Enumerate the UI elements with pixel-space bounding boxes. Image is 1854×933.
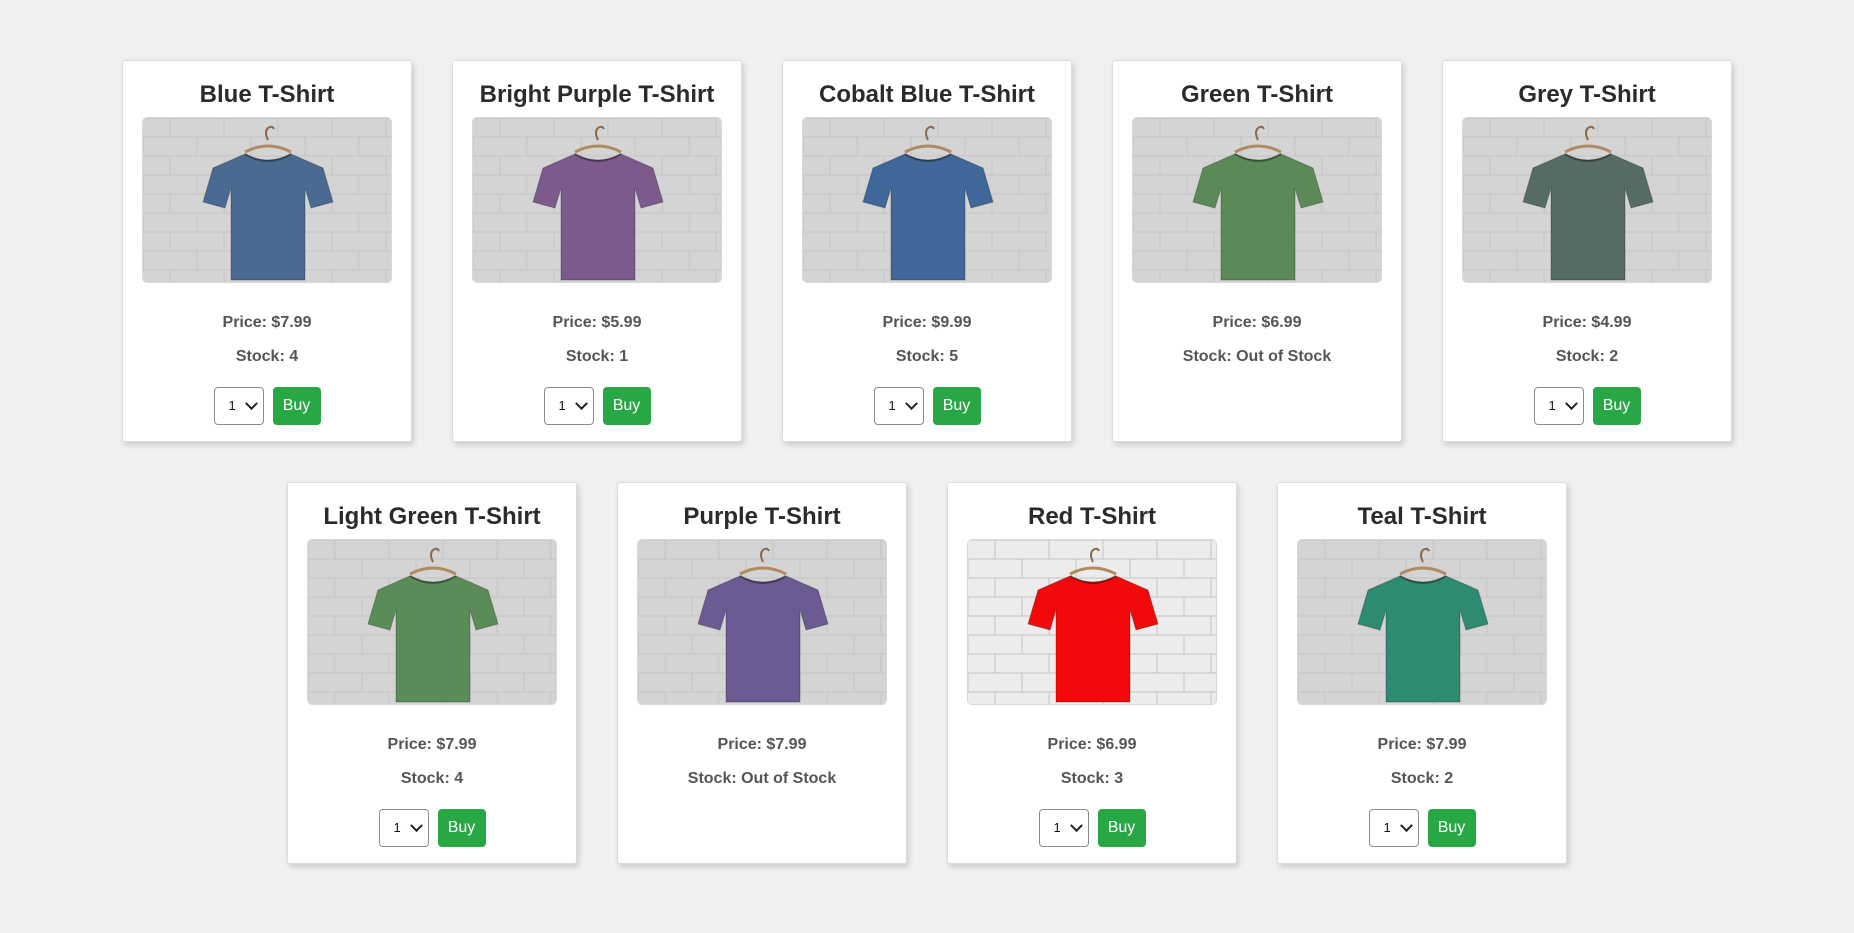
quantity-select[interactable]: 1 (1038, 809, 1089, 847)
product-image (967, 539, 1217, 705)
quantity-value: 1 (1053, 820, 1061, 835)
product-card: Red T-Shirt Price: $6.99 Stock: 3 1 Buy (947, 482, 1237, 864)
buy-button[interactable]: Buy (1097, 809, 1146, 847)
quantity-value: 1 (888, 398, 896, 413)
product-stock: Stock: Out of Stock (687, 770, 837, 787)
product-stock: Stock: 4 (400, 770, 464, 787)
quantity-value: 1 (393, 820, 401, 835)
purchase-actions: 1 Buy (1038, 809, 1146, 847)
product-title: Purple T-Shirt (683, 503, 841, 530)
product-image (472, 117, 722, 283)
buy-button[interactable]: Buy (272, 387, 321, 425)
product-row-1: Blue T-Shirt Price: $7.99 Stock: 4 1 Buy Bri… (0, 60, 1854, 442)
product-title: Bright Purple T-Shirt (479, 81, 715, 108)
product-image (1297, 539, 1547, 705)
quantity-select[interactable]: 1 (378, 809, 429, 847)
product-title: Light Green T-Shirt (323, 503, 541, 530)
product-card: Blue T-Shirt Price: $7.99 Stock: 4 1 Buy (122, 60, 412, 442)
quantity-select[interactable]: 1 (213, 387, 264, 425)
quantity-value: 1 (228, 398, 236, 413)
product-stock: Stock: 2 (1555, 348, 1619, 365)
product-card: Cobalt Blue T-Shirt Price: $9.99 Stock: 5 1… (782, 60, 1072, 442)
chevron-down-icon (244, 397, 258, 411)
product-price: Price: $9.99 (882, 314, 972, 331)
buy-button[interactable]: Buy (602, 387, 651, 425)
chevron-down-icon (1564, 397, 1578, 411)
product-card: Bright Purple T-Shirt Price: $5.99 Stock: … (452, 60, 742, 442)
product-card: Light Green T-Shirt Price: $7.99 Stock: 4 1… (287, 482, 577, 864)
quantity-value: 1 (558, 398, 566, 413)
product-price: Price: $7.99 (222, 314, 312, 331)
buy-button[interactable]: Buy (1427, 809, 1476, 847)
purchase-actions: 1 Buy (213, 387, 321, 425)
product-card: Green T-Shirt Price: $6.99 Stock: Out of S… (1112, 60, 1402, 442)
chevron-down-icon (904, 397, 918, 411)
quantity-value: 1 (1548, 398, 1556, 413)
purchase-actions: 1 Buy (378, 809, 486, 847)
chevron-down-icon (1399, 819, 1413, 833)
product-row-2: Light Green T-Shirt Price: $7.99 Stock: 4 1… (0, 482, 1854, 864)
product-image (1462, 117, 1712, 283)
product-stock: Stock: 5 (895, 348, 959, 365)
chevron-down-icon (409, 819, 423, 833)
product-title: Green T-Shirt (1180, 81, 1334, 108)
product-stock: Stock: 1 (565, 348, 629, 365)
product-stock: Stock: Out of Stock (1182, 348, 1332, 365)
product-image (307, 539, 557, 705)
product-title: Red T-Shirt (1027, 503, 1156, 530)
product-card: Purple T-Shirt Price: $7.99 Stock: Out of … (617, 482, 907, 864)
product-stock: Stock: 2 (1390, 770, 1454, 787)
product-price: Price: $7.99 (1377, 736, 1467, 753)
quantity-value: 1 (1383, 820, 1391, 835)
product-title: Cobalt Blue T-Shirt (819, 81, 1035, 108)
purchase-actions: 1 Buy (873, 387, 981, 425)
product-price: Price: $7.99 (387, 736, 477, 753)
product-title: Blue T-Shirt (199, 81, 335, 108)
product-image (802, 117, 1052, 283)
product-price: Price: $6.99 (1212, 314, 1302, 331)
product-grid: Blue T-Shirt Price: $7.99 Stock: 4 1 Buy Bri… (0, 0, 1854, 864)
product-title: Teal T-Shirt (1357, 503, 1487, 530)
chevron-down-icon (574, 397, 588, 411)
purchase-actions: 1 Buy (1533, 387, 1641, 425)
buy-button[interactable]: Buy (932, 387, 981, 425)
purchase-actions: 1 Buy (1368, 809, 1476, 847)
purchase-actions: 1 Buy (543, 387, 651, 425)
quantity-select[interactable]: 1 (1368, 809, 1419, 847)
product-price: Price: $4.99 (1542, 314, 1632, 331)
quantity-select[interactable]: 1 (1533, 387, 1584, 425)
product-price: Price: $6.99 (1047, 736, 1137, 753)
product-card: Grey T-Shirt Price: $4.99 Stock: 2 1 Buy (1442, 60, 1732, 442)
product-card: Teal T-Shirt Price: $7.99 Stock: 2 1 Buy (1277, 482, 1567, 864)
quantity-select[interactable]: 1 (873, 387, 924, 425)
product-price: Price: $5.99 (552, 314, 642, 331)
chevron-down-icon (1069, 819, 1083, 833)
product-image (142, 117, 392, 283)
product-stock: Stock: 4 (235, 348, 299, 365)
quantity-select[interactable]: 1 (543, 387, 594, 425)
product-image (637, 539, 887, 705)
product-price: Price: $7.99 (717, 736, 807, 753)
product-stock: Stock: 3 (1060, 770, 1124, 787)
product-image (1132, 117, 1382, 283)
buy-button[interactable]: Buy (437, 809, 486, 847)
buy-button[interactable]: Buy (1592, 387, 1641, 425)
product-title: Grey T-Shirt (1518, 81, 1656, 108)
